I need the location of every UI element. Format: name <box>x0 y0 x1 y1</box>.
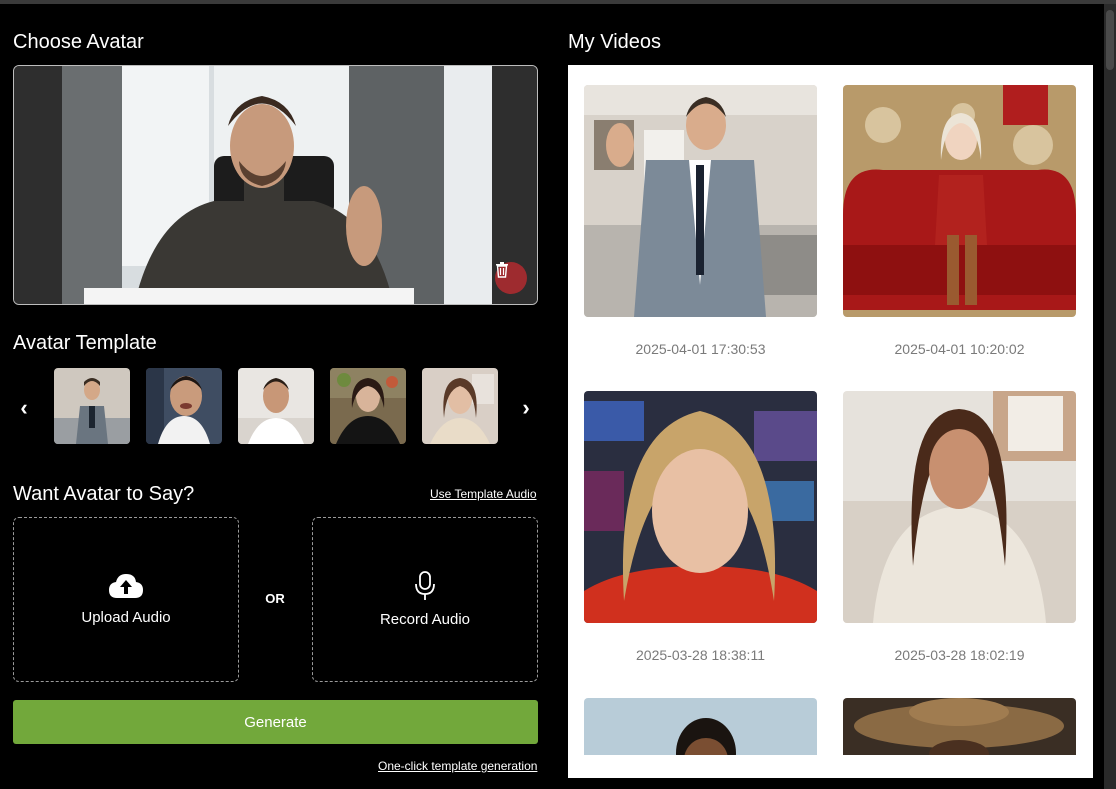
scrollbar-thumb[interactable] <box>1106 10 1114 70</box>
video-thumbnail[interactable] <box>584 391 817 623</box>
avatar-preview <box>13 65 538 305</box>
template-thumbnail[interactable] <box>238 368 314 444</box>
trash-icon <box>496 262 508 278</box>
video-thumbnail-image <box>843 85 1076 317</box>
generate-button[interactable]: Generate <box>13 700 538 744</box>
videos-panel: 2025-04-01 17:30:53 2025-04-01 10:20:02 <box>568 65 1093 778</box>
upload-audio-label: Upload Audio <box>81 609 171 626</box>
want-avatar-say-title: Want Avatar to Say? <box>13 483 195 505</box>
my-videos-title: My Videos <box>568 31 662 53</box>
upload-audio-button[interactable]: Upload Audio <box>13 517 239 682</box>
or-separator: OR <box>265 591 285 606</box>
video-thumbnail[interactable] <box>584 698 817 755</box>
video-date: 2025-04-01 10:20:02 <box>894 341 1025 357</box>
video-thumbnail[interactable] <box>843 698 1076 755</box>
avatar-template-title: Avatar Template <box>13 332 157 354</box>
window-top-border <box>0 0 1116 4</box>
template-thumbnail-image <box>330 368 406 444</box>
video-date: 2025-04-01 17:30:53 <box>635 341 766 357</box>
record-audio-label: Record Audio <box>379 611 471 628</box>
video-thumbnail[interactable] <box>843 391 1076 623</box>
microphone-icon <box>415 571 435 600</box>
carousel-next-button[interactable]: › <box>516 393 536 423</box>
video-thumbnail[interactable] <box>584 85 817 317</box>
record-audio-button[interactable]: Record Audio <box>312 517 538 682</box>
video-thumbnail-image <box>843 698 1076 755</box>
delete-avatar-button[interactable] <box>495 262 527 294</box>
template-thumbnail[interactable] <box>146 368 222 444</box>
avatar-preview-image <box>14 66 537 304</box>
template-thumbnail-image <box>422 368 498 444</box>
choose-avatar-title: Choose Avatar <box>13 31 144 53</box>
one-click-template-link[interactable]: One-click template generation <box>378 759 537 773</box>
video-thumbnail-image <box>584 698 817 755</box>
video-date: 2025-03-28 18:38:11 <box>636 647 765 663</box>
template-thumbnail[interactable] <box>54 368 130 444</box>
video-card[interactable]: 2025-04-01 10:20:02 <box>843 85 1076 357</box>
page-scrollbar[interactable] <box>1104 4 1116 789</box>
video-thumbnail-image <box>843 391 1076 623</box>
video-thumbnail-image <box>584 391 817 623</box>
video-thumbnail[interactable] <box>843 85 1076 317</box>
template-thumbnail-image <box>54 368 130 444</box>
template-thumbnail[interactable] <box>422 368 498 444</box>
carousel-prev-button[interactable]: ‹ <box>14 393 34 423</box>
use-template-audio-link[interactable]: Use Template Audio <box>430 487 537 501</box>
template-thumbnail-image <box>238 368 314 444</box>
cloud-upload-icon <box>109 574 143 598</box>
video-date: 2025-03-28 18:02:19 <box>894 647 1025 663</box>
video-card[interactable]: 2025-04-01 17:30:53 <box>584 85 817 357</box>
video-card[interactable]: 2025-03-28 18:38:11 <box>584 391 817 663</box>
template-thumbnail-image <box>146 368 222 444</box>
video-card[interactable]: 2025-03-28 18:02:19 <box>843 391 1076 663</box>
video-thumbnail-image <box>584 85 817 317</box>
template-thumbnail[interactable] <box>330 368 406 444</box>
